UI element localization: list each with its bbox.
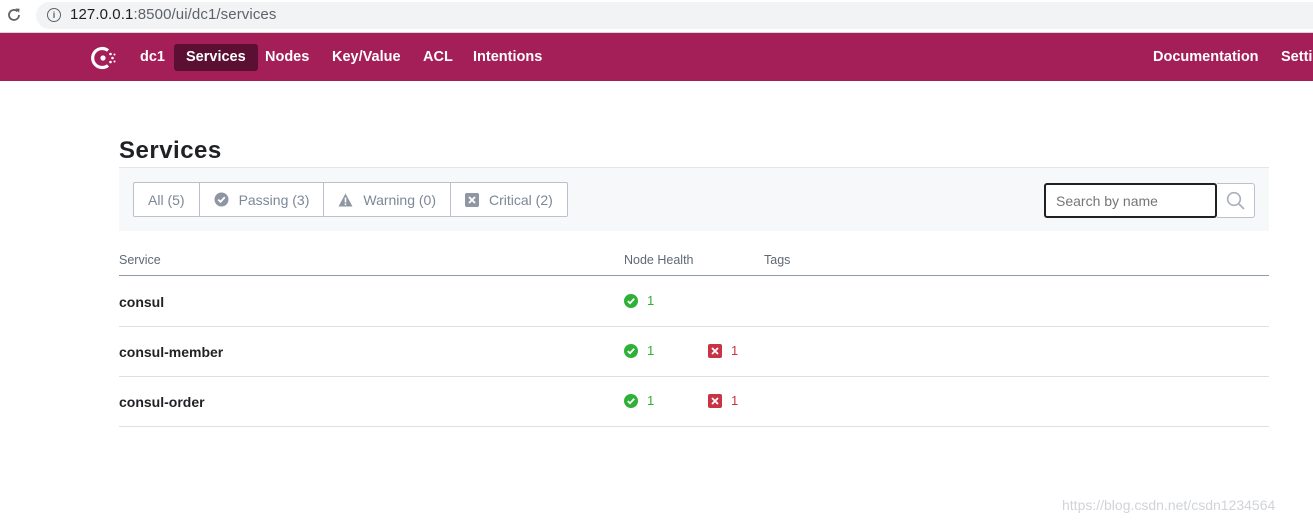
filter-passing[interactable]: Passing (3)	[200, 183, 325, 216]
critical-count: 1	[708, 343, 738, 358]
nav-acl[interactable]: ACL	[411, 44, 465, 71]
filter-all[interactable]: All (5)	[134, 183, 200, 216]
health-filter-group: All (5) Passing (3) Warning (0) Critical…	[133, 182, 568, 217]
search-icon	[1226, 191, 1245, 210]
column-header-service: Service	[119, 253, 161, 267]
page-title: Services	[119, 137, 222, 164]
critical-count: 1	[708, 393, 738, 408]
column-header-node-health: Node Health	[624, 253, 694, 267]
nav-services[interactable]: Services	[174, 44, 258, 71]
passing-count: 1	[624, 393, 654, 408]
filter-label: Passing (3)	[238, 191, 310, 208]
search-button[interactable]	[1217, 183, 1255, 218]
column-header-tags: Tags	[764, 253, 791, 267]
x-square-icon	[465, 192, 479, 207]
datacenter-selector[interactable]: dc1	[128, 44, 177, 71]
browser-toolbar: i 127.0.0.1:8500/ui/dc1/services	[0, 0, 1313, 33]
filter-critical[interactable]: Critical (2)	[451, 183, 567, 216]
check-circle-icon	[624, 293, 638, 308]
filter-bar: All (5) Passing (3) Warning (0) Critical…	[119, 167, 1269, 231]
main-navbar: dc1 Services Nodes Key/Value ACL Intenti…	[0, 33, 1313, 81]
filter-warning[interactable]: Warning (0)	[324, 183, 451, 216]
info-icon[interactable]: i	[47, 8, 61, 22]
nav-settings[interactable]: Settings	[1269, 44, 1313, 71]
nav-documentation[interactable]: Documentation	[1141, 44, 1271, 71]
nav-intentions[interactable]: Intentions	[461, 44, 554, 71]
passing-count: 1	[624, 293, 654, 308]
services-table-header: Service Node Health Tags	[119, 249, 1269, 276]
address-bar[interactable]: i 127.0.0.1:8500/ui/dc1/services	[36, 2, 1313, 29]
search-input[interactable]	[1044, 183, 1217, 218]
check-circle-icon	[624, 343, 638, 358]
nav-key-value[interactable]: Key/Value	[320, 44, 413, 71]
nav-nodes[interactable]: Nodes	[253, 44, 321, 71]
warning-triangle-icon	[338, 193, 353, 206]
x-square-icon	[708, 343, 722, 358]
x-square-icon	[708, 393, 722, 408]
watermark: https://blog.csdn.net/csdn1234564	[1062, 497, 1276, 513]
table-row[interactable]: consul-order 1 1	[119, 377, 1269, 427]
service-name-link[interactable]: consul	[119, 294, 164, 310]
filter-label: All (5)	[148, 191, 185, 208]
check-circle-icon	[624, 393, 638, 408]
filter-label: Critical (2)	[489, 191, 553, 208]
table-row[interactable]: consul-member 1 1	[119, 327, 1269, 377]
table-row[interactable]: consul 1	[119, 277, 1269, 327]
reload-icon[interactable]	[4, 5, 24, 25]
service-name-link[interactable]: consul-member	[119, 344, 223, 360]
passing-count: 1	[624, 343, 654, 358]
filter-label: Warning (0)	[363, 191, 436, 208]
service-name-link[interactable]: consul-order	[119, 394, 205, 410]
url-text[interactable]: 127.0.0.1:8500/ui/dc1/services	[70, 6, 276, 23]
check-circle-icon	[214, 192, 229, 207]
consul-logo-icon[interactable]	[89, 44, 117, 72]
